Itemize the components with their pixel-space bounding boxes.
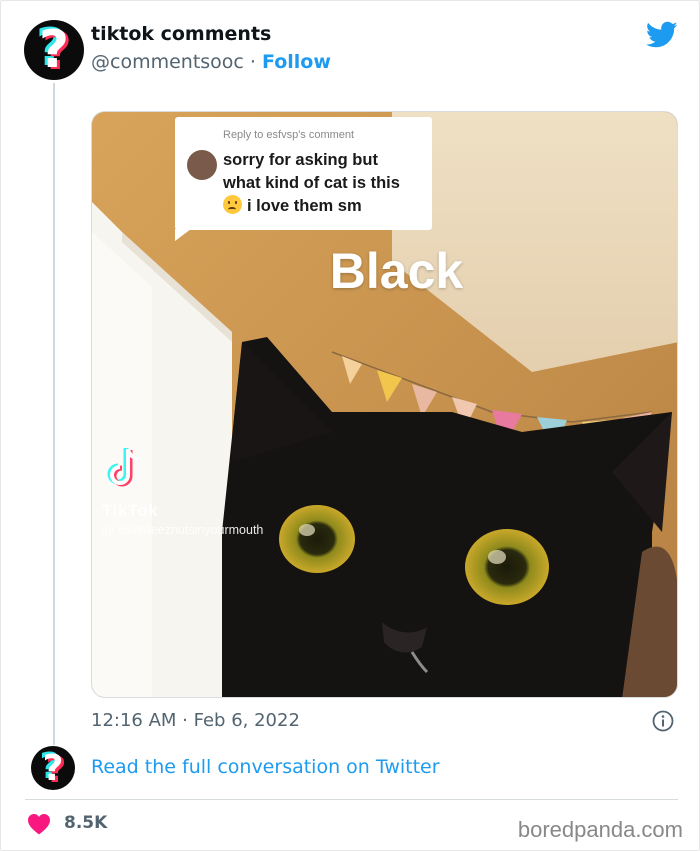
watermark: boredpanda.com	[517, 817, 683, 842]
overlay-caption: Black	[329, 243, 464, 299]
commenter-avatar	[187, 150, 217, 180]
reply-comment-bubble: Reply to esfvsp's comment sorry for aski…	[175, 117, 432, 230]
info-icon[interactable]	[652, 710, 674, 732]
reply-text: sorry for asking but what kind of cat is…	[223, 151, 400, 215]
read-conversation-link[interactable]: Read the full conversation on Twitter	[91, 756, 440, 778]
tweet-media-image[interactable]: Reply to esfvsp's comment sorry for aski…	[91, 111, 678, 698]
heart-icon[interactable]	[27, 813, 51, 835]
tiktok-brand-label: TikTok	[102, 501, 159, 520]
tweet-card: ? ? ? tiktok comments @commentsooc · Fol…	[0, 0, 700, 851]
conversation-avatar[interactable]: ? ? ?	[31, 746, 75, 790]
thread-line	[53, 83, 55, 745]
reply-bubble-tail	[175, 229, 191, 241]
reply-header: Reply to esfvsp's comment	[223, 129, 355, 141]
author-handle[interactable]: @commentsooc	[91, 51, 244, 73]
follow-button[interactable]: Follow	[262, 51, 331, 73]
author-handle-row: @commentsooc · Follow	[91, 51, 331, 73]
tiktok-username: @ olivedeeznutsinyourmouth	[102, 523, 264, 537]
author-name[interactable]: tiktok comments	[91, 23, 271, 45]
tweet-timestamp[interactable]: 12:16 AM · Feb 6, 2022	[91, 710, 300, 731]
twitter-bird-icon[interactable]	[646, 21, 678, 49]
worried-face-icon	[223, 195, 242, 214]
separator: ·	[249, 51, 256, 73]
like-count[interactable]: 8.5K	[64, 813, 107, 833]
author-avatar[interactable]: ? ? ?	[24, 20, 84, 80]
tiktok-logo-icon	[107, 448, 141, 487]
divider	[25, 799, 678, 800]
